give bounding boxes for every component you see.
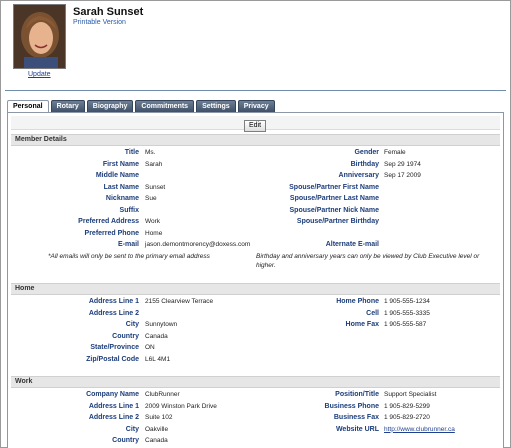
field-value: Support Specialist xyxy=(384,391,437,398)
field-label: State/Province xyxy=(90,344,139,351)
section-header-home: Home xyxy=(11,283,500,295)
field-label: Middle Name xyxy=(95,172,139,179)
field-label: Gender xyxy=(354,149,379,156)
email-note: *All emails will only be sent to the pri… xyxy=(48,253,210,260)
field-label: E-mail xyxy=(117,241,139,248)
field-value: 1 905-555-587 xyxy=(384,321,427,328)
tab-settings[interactable]: Settings xyxy=(196,100,236,112)
field-label: Preferred Address xyxy=(78,218,139,225)
section-header-member-details: Member Details xyxy=(11,134,500,146)
field-value: Sunnytown xyxy=(145,321,178,328)
field-label: First Name xyxy=(102,160,139,168)
printable-version-link[interactable]: Printable Version xyxy=(73,19,126,26)
field-label: Zip/Postal Code xyxy=(86,355,139,363)
edit-button[interactable]: Edit xyxy=(244,120,266,132)
field-value: 1 905-829-2720 xyxy=(384,414,430,421)
field-label: Suffix xyxy=(119,206,139,214)
field-label: Title xyxy=(124,149,139,156)
field-value: Canada xyxy=(145,437,168,444)
tab-content-panel: Edit Member Details Title Ms. First Name Sa… xyxy=(7,112,504,448)
edit-toolbar: Edit xyxy=(11,116,500,132)
field-label: Cell xyxy=(366,309,379,317)
field-label: Company Name xyxy=(86,391,139,398)
profile-photo xyxy=(13,4,66,69)
field-value: L6L 4M1 xyxy=(145,355,171,363)
field-label: Last Name xyxy=(103,183,139,191)
field-value: Suite 102 xyxy=(145,414,173,421)
field-value: 2009 Winston Park Drive xyxy=(145,402,217,410)
tab-commitments[interactable]: Commitments xyxy=(135,100,195,112)
field-value: Home xyxy=(145,229,163,237)
field-value: ClubRunner xyxy=(145,391,180,398)
profile-tabs: Personal Rotary Biography Commitments Se… xyxy=(7,100,277,113)
field-label: Country xyxy=(112,332,139,340)
field-value: 1 905-555-3335 xyxy=(384,309,430,317)
field-label: City xyxy=(125,425,139,433)
field-value: ON xyxy=(145,344,155,351)
field-label: Address Line 2 xyxy=(88,414,139,421)
header-divider xyxy=(5,90,506,91)
tab-biography[interactable]: Biography xyxy=(86,100,134,112)
tab-privacy[interactable]: Privacy xyxy=(237,100,275,112)
field-label: Website URL xyxy=(335,425,379,433)
field-label: Spouse/Partner Birthday xyxy=(296,218,379,225)
field-value: Work xyxy=(145,218,161,225)
website-link[interactable]: http://www.clubrunner.ca xyxy=(384,426,455,433)
field-value: 2155 Clearview Terrace xyxy=(145,298,214,305)
section-header-work: Work xyxy=(11,376,500,388)
field-label: Spouse/Partner Last Name xyxy=(289,195,379,202)
field-label: Home Fax xyxy=(345,321,379,328)
field-value: Sep 17 2009 xyxy=(384,172,421,179)
field-label: Preferred Phone xyxy=(84,229,139,237)
field-value: Sep 29 1974 xyxy=(384,160,421,168)
field-label: Anniversary xyxy=(338,172,379,179)
field-label: Position/Title xyxy=(335,391,379,398)
field-label: City xyxy=(125,321,139,328)
field-label: Business Phone xyxy=(324,402,379,410)
field-label: Spouse/Partner Nick Name xyxy=(289,206,379,214)
field-value: Canada xyxy=(145,332,168,340)
field-value: Ms. xyxy=(145,149,156,156)
field-value: Female xyxy=(384,149,406,156)
field-value: 1 905-829-5299 xyxy=(384,402,430,410)
tab-rotary[interactable]: Rotary xyxy=(50,100,85,112)
field-label: Country xyxy=(112,437,139,444)
field-value: Oakville xyxy=(145,425,169,433)
field-label: Alternate E-mail xyxy=(325,241,379,248)
birthday-note: Birthday and anniversary years can only … xyxy=(256,253,480,269)
field-label: Address Line 1 xyxy=(88,298,139,305)
field-label: Home Phone xyxy=(336,298,379,305)
field-value: 1 905-555-1234 xyxy=(384,298,430,305)
member-name: Sarah Sunset xyxy=(73,6,144,18)
field-label: Address Line 2 xyxy=(88,309,139,317)
field-label: Spouse/Partner First Name xyxy=(289,183,379,191)
field-label: Business Fax xyxy=(333,414,379,421)
field-label: Address Line 1 xyxy=(88,402,139,410)
field-value: Sarah xyxy=(145,160,163,168)
update-photo-link[interactable]: Update xyxy=(28,71,51,78)
field-value: Sue xyxy=(145,195,157,202)
field-label: Nickname xyxy=(105,195,139,202)
field-value: Sunset xyxy=(145,183,166,191)
field-label: Birthday xyxy=(350,160,379,168)
